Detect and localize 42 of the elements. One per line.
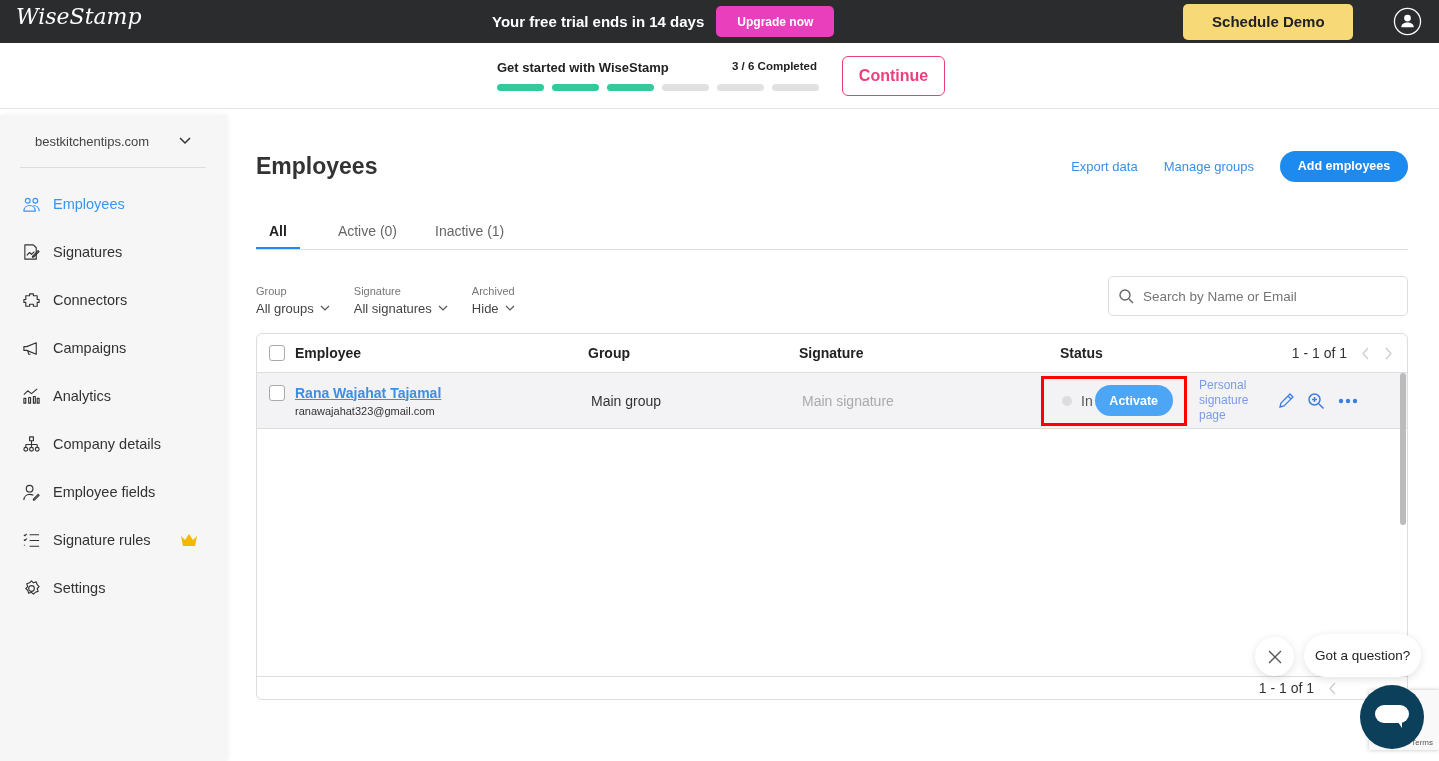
status-text: In: [1081, 392, 1093, 409]
account-name: bestkitchentips.com: [35, 133, 150, 149]
sidebar-item[interactable]: Analytics: [0, 372, 226, 420]
action-link[interactable]: Manage groups: [1163, 158, 1254, 174]
column-header: Signature: [799, 345, 865, 361]
chat-bubble[interactable]: Got a question?: [1304, 634, 1422, 677]
column-header: Employee: [295, 345, 362, 361]
tab[interactable]: Inactive (1): [435, 223, 505, 249]
sidebar-item[interactable]: Signature rules: [0, 516, 226, 564]
tab[interactable]: Active (0): [337, 223, 397, 249]
column-header: Group: [588, 345, 631, 361]
onboarding-title: Get started with WiseStamp: [497, 60, 669, 75]
upgrade-button[interactable]: Upgrade now: [716, 6, 835, 37]
action-link[interactable]: Export data: [1071, 158, 1138, 174]
filter-dropdown[interactable]: Hide: [471, 301, 515, 316]
pagination-text: 1 - 1 of 1: [1258, 680, 1314, 696]
filter-label: Signature: [353, 285, 402, 297]
table-cell-text: Main group: [590, 392, 663, 409]
employee-email: ranawajahat323@gmail.com: [295, 404, 436, 417]
filter-dropdown[interactable]: All signatures: [353, 301, 448, 316]
sidebar-item[interactable]: Signatures: [0, 228, 226, 276]
progress-text: 3 / 6 Completed: [732, 60, 817, 74]
sidebar-item[interactable]: Connectors: [0, 276, 226, 324]
add-employees-button[interactable]: Add employees: [1280, 150, 1408, 182]
column-header: Status: [1060, 345, 1103, 361]
schedule-demo-button[interactable]: Schedule Demo: [1183, 3, 1354, 40]
filter-dropdown[interactable]: All groups: [256, 301, 330, 316]
filter-label: Group: [256, 285, 288, 297]
pagination-text: 1 - 1 of 1: [1291, 345, 1347, 361]
tab[interactable]: All: [256, 223, 300, 249]
terms-link[interactable]: Terms: [1411, 738, 1433, 747]
continue-button[interactable]: Continue: [842, 55, 945, 96]
trial-message: Your free trial ends in 14 days: [492, 13, 705, 30]
page-title: Employees: [256, 152, 378, 180]
sidebar-item[interactable]: Employee fields: [0, 468, 226, 516]
search-field[interactable]: Search by Name or Email: [1108, 276, 1408, 316]
filter-label: Archived: [471, 285, 515, 297]
sidebar-item[interactable]: Settings: [0, 564, 226, 612]
sidebar-item[interactable]: Company details: [0, 420, 226, 468]
table-cell-text: Main signature: [801, 392, 895, 409]
sidebar-item[interactable]: Campaigns: [0, 324, 226, 372]
logo: WiseStamp: [16, 4, 142, 29]
